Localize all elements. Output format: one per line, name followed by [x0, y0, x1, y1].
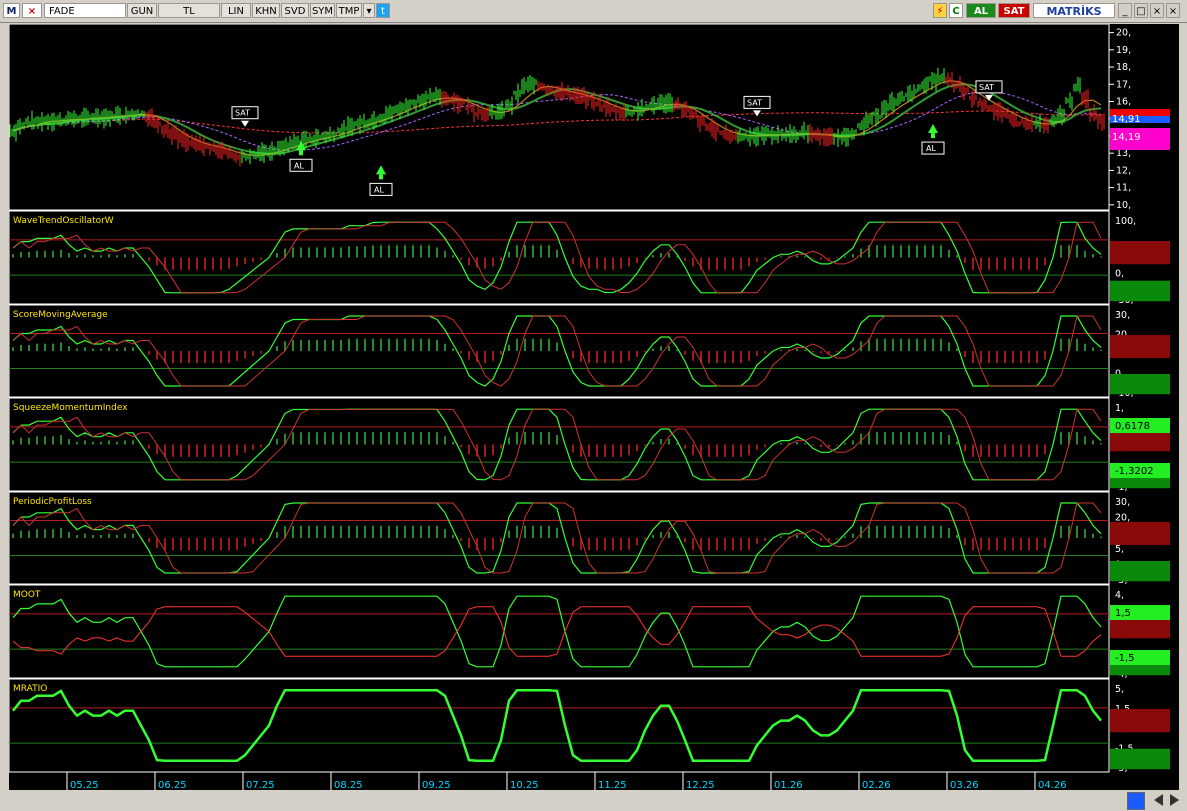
- buy-signal-label: AL: [294, 161, 304, 170]
- price-y-label: 11,: [1116, 183, 1131, 194]
- indicator-panel-2: ScoreMovingAverage30,20,10,0,-10,: [9, 304, 1170, 399]
- last-price-label: 14,91: [1112, 114, 1141, 125]
- minimize-button[interactable]: _: [1118, 3, 1132, 18]
- tl-button[interactable]: TL: [158, 3, 220, 18]
- scroll-left-icon[interactable]: [1154, 794, 1163, 806]
- buy-signal-label: AL: [374, 185, 384, 194]
- upper-zone: [1110, 241, 1170, 265]
- price-y-label: 19,: [1116, 45, 1131, 56]
- panel-y-label: 30,: [1115, 497, 1130, 508]
- price-y-label: 12,: [1116, 165, 1131, 176]
- lower-zone: [1110, 374, 1170, 395]
- panel-title: MOOT: [13, 590, 41, 600]
- period-gun-button[interactable]: GUN: [127, 3, 157, 18]
- panel-title: SqueezeMomentumIndex: [13, 403, 128, 413]
- settings-icon[interactable]: [1127, 792, 1145, 810]
- chart-toolbar: M × FADE GUN TL LIN KHN SVD SYM TMP ▾ t …: [0, 0, 1187, 23]
- lower-zone: [1110, 561, 1170, 582]
- panel-title: WaveTrendOscillatorW: [13, 216, 114, 226]
- lin-button[interactable]: LIN: [221, 3, 251, 18]
- indicator-panel-4: PeriodicProfitLoss30,20,10,5,0,-5,: [9, 491, 1170, 586]
- panel-title: MRATIO: [13, 684, 47, 694]
- scroll-right-icon[interactable]: [1170, 794, 1179, 806]
- value-badge-label: 0,6178: [1115, 421, 1150, 432]
- panel-y-label: 20,: [1115, 513, 1130, 524]
- panel-y-label: 1,: [1115, 403, 1124, 414]
- panel-y-label: 5,: [1115, 684, 1124, 695]
- panel-y-label: 5,: [1115, 544, 1124, 555]
- matriks-brand-logo: MATRİKS: [1033, 3, 1115, 18]
- price-y-label: 18,: [1116, 62, 1131, 73]
- close-icon[interactable]: ×: [1166, 3, 1180, 18]
- upper-zone: [1110, 335, 1170, 358]
- close-symbol-button[interactable]: ×: [22, 3, 42, 18]
- upper-zone: [1110, 709, 1170, 733]
- lower-zone: [1110, 748, 1170, 770]
- buy-signal-label: AL: [926, 144, 936, 153]
- sym-button[interactable]: SYM: [310, 3, 335, 18]
- panel-y-label: 0,: [1115, 269, 1124, 280]
- khn-button[interactable]: KHN: [252, 3, 280, 18]
- indicator-panel-5: MOOT4,2,0,-2,-4,1,5-1,5: [9, 584, 1170, 680]
- price-y-label: 16,: [1116, 97, 1131, 108]
- panel-y-label: 100,: [1115, 216, 1136, 227]
- level-price-label: 14,19: [1112, 132, 1141, 143]
- sell-signal-label: SAT: [235, 109, 250, 118]
- indicator-panel-6: MRATIO5,1,50,-1,5-5,: [9, 678, 1170, 774]
- panel-title: PeriodicProfitLoss: [13, 497, 92, 507]
- panel-title: ScoreMovingAverage: [13, 310, 108, 320]
- twitter-icon[interactable]: t: [376, 3, 390, 18]
- indicator-panel-1: WaveTrendOscillatorW100,50,0,-30,: [9, 210, 1170, 306]
- symbol-input[interactable]: FADE: [44, 3, 126, 18]
- matriks-logo-icon: M: [3, 3, 20, 18]
- maximize-button[interactable]: □: [1134, 3, 1148, 18]
- value-badge-label: 1,5: [1115, 608, 1131, 619]
- close-window-button[interactable]: ×: [1150, 3, 1164, 18]
- price-y-label: 10,: [1116, 200, 1131, 211]
- chart-canvas: ALALALALALALALSATSATSATSATSATSATSAT 20,1…: [9, 24, 1179, 792]
- indicator-panel-3: SqueezeMomentumIndex1,0,-1,0,6178-1,3202: [9, 397, 1170, 493]
- svd-button[interactable]: SVD: [281, 3, 309, 18]
- sell-signal-label: SAT: [747, 98, 762, 107]
- status-bar: [0, 790, 1187, 811]
- sell-button[interactable]: SAT: [998, 3, 1030, 18]
- tmp-button[interactable]: TMP: [336, 3, 362, 18]
- value-badge-label: -1,5: [1115, 653, 1135, 664]
- buy-button[interactable]: AL: [966, 3, 996, 18]
- chevron-down-icon[interactable]: ▾: [363, 3, 375, 18]
- refresh-icon[interactable]: C: [949, 3, 963, 18]
- panel-y-label: 30,: [1115, 310, 1130, 321]
- flash-icon[interactable]: ⚡: [933, 3, 947, 18]
- price-y-label: 20,: [1116, 28, 1131, 39]
- upper-zone: [1110, 522, 1170, 545]
- price-y-label: 17,: [1116, 79, 1131, 90]
- panel-y-label: 4,: [1115, 590, 1124, 601]
- lower-zone: [1110, 280, 1170, 302]
- sell-signal-label: SAT: [979, 83, 994, 92]
- value-badge-label: -1,3202: [1115, 466, 1154, 477]
